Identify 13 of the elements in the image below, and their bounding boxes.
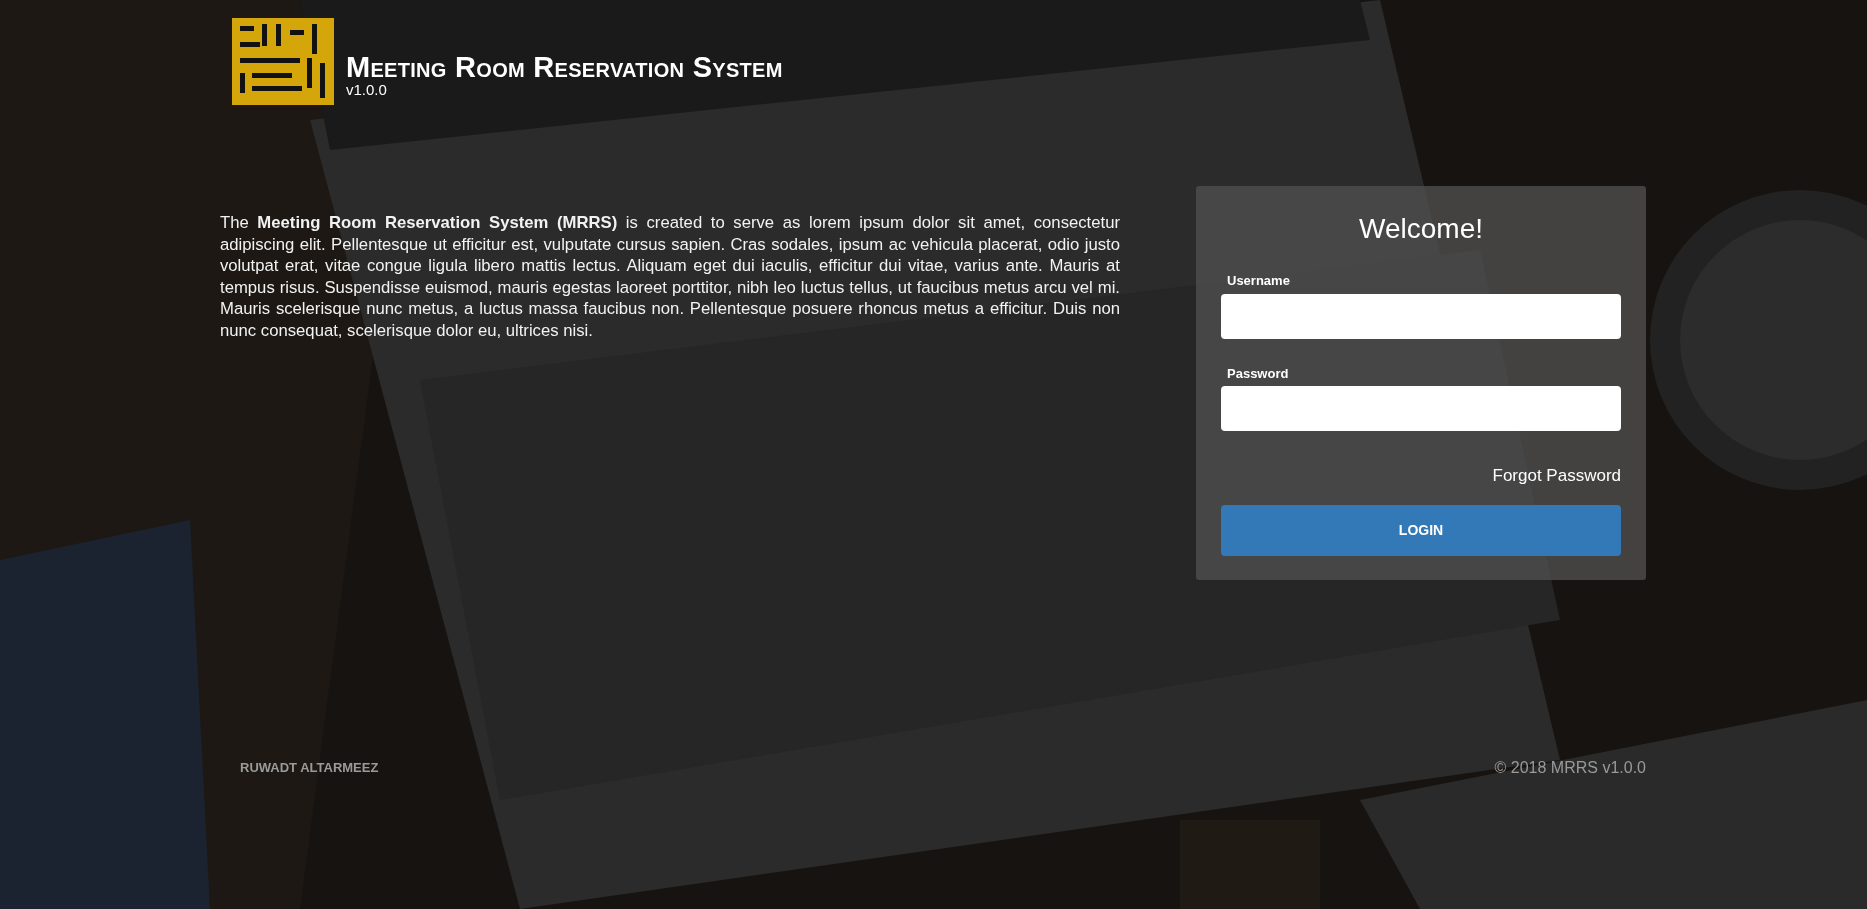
- input-field[interactable]: [1221, 386, 1621, 431]
- input-field[interactable]: [1221, 293, 1621, 339]
- welcome-heading: Welcome!: [1358, 212, 1484, 246]
- intro-paragraph: The Meeting Room Reservation System (MRRS) is created to serve as lorem ipsum dolor sit amet, consectetur adipiscing elit. Pellentesque ut efficitur est, vulputate cursus sapien. Cras sodales, ipsum ac vehicula placerat, odio justo volutpat erat, vitae congue ligula libero mattis lectus. Aliquam eget dui iaculis, efficitur dui vitae, varius ante. Mauris at tempus risus. Suspendisse euismod, mauris egestas laoreet porttitor, nibh leo luctus tellus, ut faucibus metus arcu vel mi. Mauris scelerisque nunc metus, a luctus massa faucibus non. Pellentesque posuere rhoncus metus a efficitur. Duis non nunc consequat, scelerisque dolor eu, ultrices nisi.: [220, 212, 1120, 342]
- field-label: Password: [1227, 364, 1289, 383]
- field-label: Username: [1227, 272, 1290, 290]
- logo-icon: [232, 18, 334, 105]
- copyright-text: © 2018 MRRS v1.0.0: [1494, 757, 1646, 778]
- login-button[interactable]: LOGIN: [1221, 504, 1621, 556]
- version-text: v1.0.0: [346, 81, 388, 97]
- forgot-password-link[interactable]: Forgot Password: [1492, 466, 1621, 485]
- app-title: Meeting Room Reservation System: [346, 52, 783, 82]
- company-name: RUWADT ALTARMEEZ: [239, 758, 379, 777]
